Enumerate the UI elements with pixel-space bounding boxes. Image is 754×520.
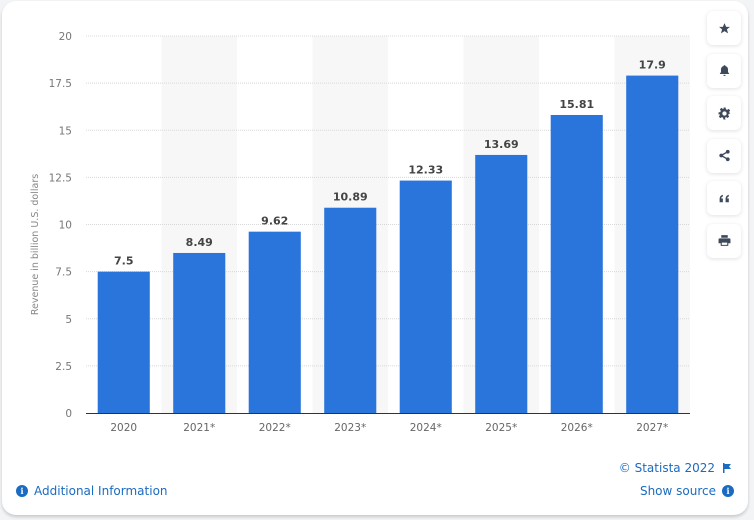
print-icon — [718, 235, 730, 246]
bar — [248, 231, 301, 413]
info-icon: i — [16, 485, 28, 497]
copyright-label: © Statista 2022 — [618, 461, 715, 475]
y-tick-label: 2.5 — [55, 361, 72, 373]
value-label: 12.33 — [408, 164, 443, 177]
x-tick-label: 2023* — [334, 422, 366, 434]
y-tick-label: 12.5 — [49, 172, 72, 184]
bar — [399, 180, 452, 413]
bar — [475, 154, 528, 414]
y-axis-label: Revenue in billion U.S. dollars — [30, 174, 41, 315]
bar — [324, 207, 377, 413]
value-label: 10.89 — [333, 191, 368, 204]
additional-information-label: Additional Information — [34, 484, 168, 498]
settings-button[interactable] — [707, 96, 741, 130]
value-label: 8.49 — [186, 236, 213, 249]
flag-icon — [722, 463, 732, 473]
star-icon — [718, 22, 730, 33]
x-tick-label: 2020 — [110, 422, 137, 434]
show-source-label: Show source — [639, 484, 716, 498]
print-button[interactable] — [707, 223, 741, 258]
cite-button[interactable] — [707, 181, 741, 215]
share-icon — [718, 149, 730, 162]
additional-information-link[interactable]: i Additional Information — [16, 484, 168, 498]
gear-icon — [718, 107, 730, 119]
value-label: 9.62 — [261, 215, 288, 228]
y-tick-label: 7.5 — [55, 267, 72, 279]
x-tick-label: 2024* — [410, 422, 442, 434]
notification-button[interactable] — [707, 53, 741, 88]
value-label: 15.81 — [559, 98, 594, 111]
y-tick-label: 15 — [59, 125, 72, 137]
y-tick-label: 20 — [59, 31, 72, 43]
value-label: 13.69 — [484, 138, 519, 151]
chart-toolbar — [707, 11, 743, 266]
bar — [97, 271, 150, 413]
bar — [550, 114, 603, 413]
bell-icon — [719, 65, 729, 77]
x-tick-label: 2021* — [183, 422, 215, 434]
x-tick-label: 2022* — [259, 422, 291, 434]
share-button[interactable] — [707, 138, 741, 173]
y-tick-label: 0 — [65, 408, 72, 420]
value-label: 17.9 — [639, 59, 666, 72]
y-tick-label: 5 — [65, 314, 72, 326]
x-axis-ticks: 2020 2021* 2022* 2023* 2024* 2025* 2026* 2027* — [110, 422, 668, 434]
y-tick-label: 10 — [59, 220, 72, 232]
statista-copyright-link[interactable]: © Statista 2022 — [619, 461, 732, 475]
y-axis-ticks: 0 2.5 5 7.5 10 12.5 15 17.5 20 — [49, 31, 72, 420]
quote-icon — [719, 194, 729, 202]
x-tick-label: 2026* — [561, 422, 593, 434]
chart-card: 0 2.5 5 7.5 10 12.5 15 17.5 20 7.5 8.49 9.62 10.89 1… — [2, 1, 748, 515]
bar-chart: 0 2.5 5 7.5 10 12.5 15 17.5 20 7.5 8.49 9.62 10.89 1… — [30, 31, 690, 434]
favorite-button[interactable] — [707, 11, 741, 45]
value-label: 7.5 — [114, 255, 134, 268]
bar — [173, 252, 226, 413]
show-source-link[interactable]: Show source i — [640, 484, 734, 498]
x-tick-label: 2027* — [636, 422, 668, 434]
info-icon: i — [722, 485, 734, 497]
x-tick-label: 2025* — [485, 422, 517, 434]
y-tick-label: 17.5 — [49, 78, 72, 90]
bar — [626, 75, 679, 414]
